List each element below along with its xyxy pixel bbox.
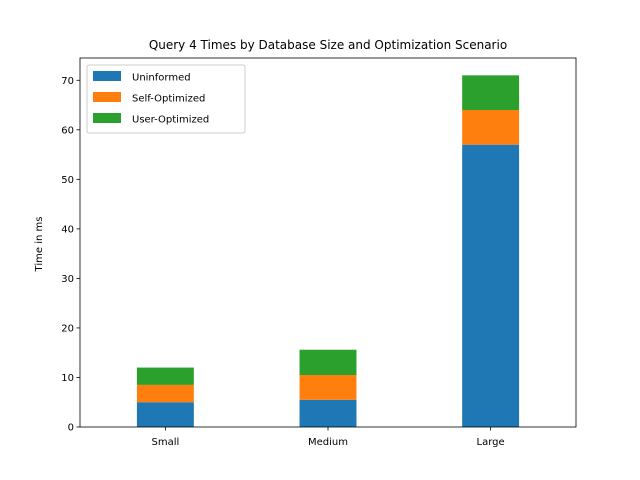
y-axis-label: Time in ms [34,217,45,273]
bar-medium-uninformed [299,399,357,427]
bar-large-uninformed [462,144,520,427]
legend-label: User-Optimized [132,115,209,126]
bar-small-uninformed [136,402,194,427]
legend-swatch [93,92,121,102]
x-tick-label: Medium [308,437,348,448]
bar-large-self-optimized [462,110,520,145]
chart: Query 4 Times by Database Size and Optim… [34,38,577,448]
bar-small-user-optimized [136,367,194,385]
y-tick-label: 0 [68,423,74,434]
legend: Uninformed Self-Optimized User-Optimized [86,64,246,134]
legend-swatch [93,71,121,81]
y-tick-label: 10 [61,373,74,384]
y-tick-label: 70 [61,76,74,87]
y-tick-label: 20 [61,323,74,334]
y-tick-label: 50 [61,175,74,186]
y-tick-label: 40 [61,224,74,235]
legend-swatch [93,113,121,123]
bar-large-user-optimized [462,75,520,111]
x-tick-label: Large [477,437,505,448]
chart-title: Query 4 Times by Database Size and Optim… [149,38,507,52]
bar-medium-user-optimized [299,349,357,375]
bar-medium-self-optimized [299,374,357,400]
y-tick-label: 30 [61,274,74,285]
y-tick-label: 60 [61,125,74,136]
legend-label: Self-Optimized [132,94,205,105]
legend-label: Uninformed [132,73,191,84]
x-tick-label: Small [151,437,179,448]
bar-small-self-optimized [136,384,194,403]
